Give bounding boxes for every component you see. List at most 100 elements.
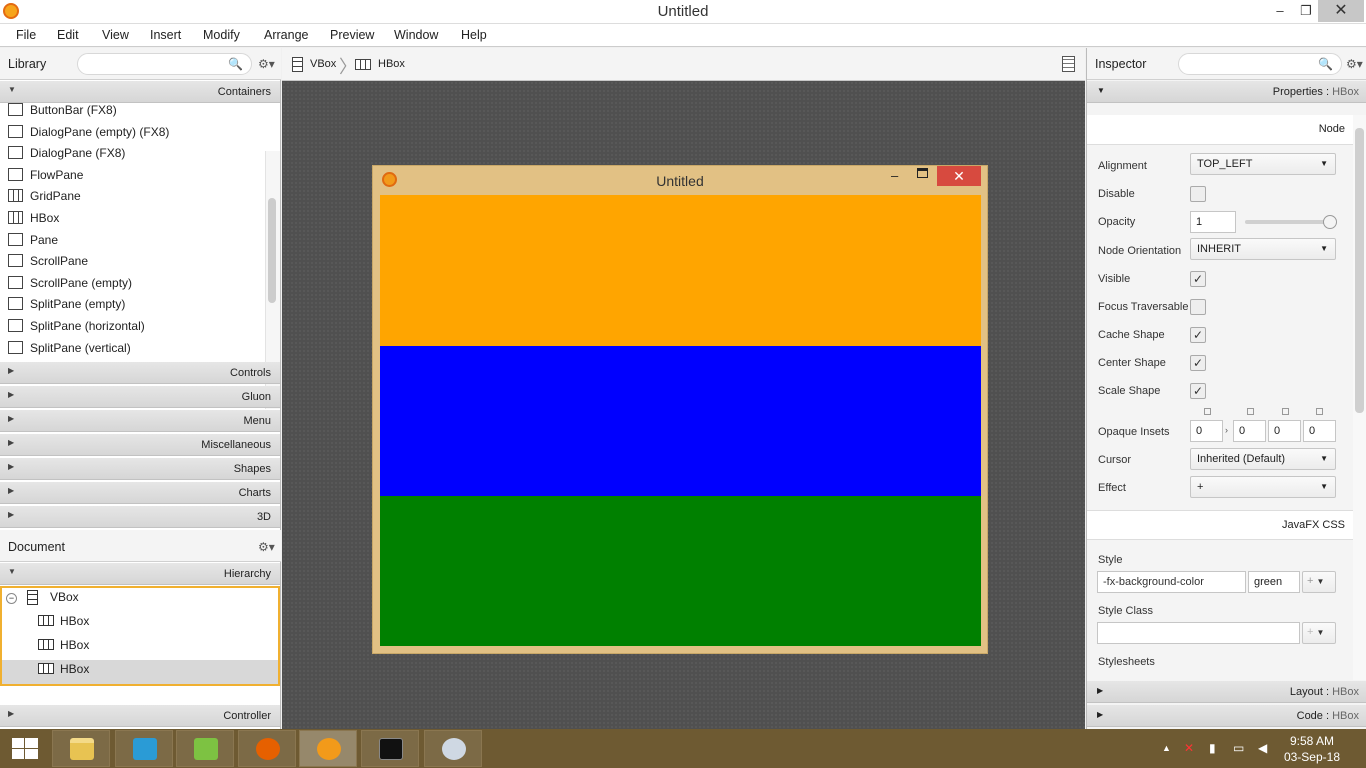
alignment-label: Alignment <box>1098 160 1147 172</box>
focus-traversable-checkbox[interactable] <box>1190 299 1206 315</box>
list-item[interactable]: SplitPane (vertical) <box>8 341 131 362</box>
minimize-button[interactable]: – <box>891 168 898 183</box>
opacity-slider[interactable] <box>1245 220 1329 224</box>
inspector-scrollbar-thumb[interactable] <box>1355 128 1364 413</box>
list-item[interactable]: ScrollPane (empty) <box>8 276 132 297</box>
menu-edit[interactable]: Edit <box>57 28 79 42</box>
section-properties[interactable]: ▼ Properties : HBox <box>1087 81 1366 103</box>
section-gluon[interactable]: ▶ Gluon <box>0 386 280 408</box>
gear-icon[interactable]: ⚙▾ <box>258 57 275 71</box>
firefox-icon[interactable] <box>238 730 296 767</box>
section-controller[interactable]: ▶ Controller <box>0 705 280 727</box>
section-miscellaneous[interactable]: ▶ Miscellaneous <box>0 434 280 456</box>
style-add-button[interactable]: + ▼ <box>1302 571 1336 593</box>
tree-item-vbox[interactable]: − VBox <box>6 590 282 614</box>
link-icon[interactable]: › <box>1225 425 1228 435</box>
windows-start-icon[interactable] <box>12 738 38 760</box>
section-menu[interactable]: ▶ Menu <box>0 410 280 432</box>
tree-item-hbox[interactable]: HBox <box>38 614 274 638</box>
section-code[interactable]: ▶ Code : HBox <box>1087 705 1366 727</box>
list-item[interactable]: ButtonBar (FX8) <box>8 103 117 124</box>
list-item[interactable]: SplitPane (empty) <box>8 297 125 318</box>
style-class-add-button[interactable]: + ▼ <box>1302 622 1336 644</box>
inset-top-input[interactable]: 0 <box>1190 420 1223 442</box>
library-search-input[interactable]: 🔍 <box>77 53 252 75</box>
tree-item-hbox[interactable]: HBox <box>38 638 274 662</box>
library-scrollbar-thumb[interactable] <box>268 198 276 303</box>
gear-icon[interactable]: ⚙▾ <box>258 540 275 554</box>
section-charts[interactable]: ▶ Charts <box>0 482 280 504</box>
opacity-slider-thumb[interactable] <box>1323 215 1337 229</box>
section-shapes[interactable]: ▶ Shapes <box>0 458 280 480</box>
network-warning-icon[interactable]: ✕ <box>1184 741 1194 755</box>
opacity-input[interactable]: 1 <box>1190 211 1236 233</box>
gear-icon[interactable]: ⚙▾ <box>1346 57 1363 71</box>
disable-checkbox[interactable] <box>1190 186 1206 202</box>
section-controls[interactable]: ▶ Controls <box>0 362 280 384</box>
list-item[interactable]: FlowPane <box>8 168 83 189</box>
orientation-select[interactable]: INHERIT ▼ <box>1190 238 1336 260</box>
chevron-right-icon: ▶ <box>8 438 15 447</box>
inset-right-input[interactable]: 0 <box>1233 420 1266 442</box>
list-item[interactable]: GridPane <box>8 189 81 210</box>
hbox-green[interactable] <box>380 496 981 646</box>
scene-builder-icon[interactable] <box>299 730 357 767</box>
document-icon[interactable] <box>1062 56 1075 72</box>
menu-window[interactable]: Window <box>394 28 438 42</box>
menu-arrange[interactable]: Arrange <box>264 28 308 42</box>
list-item[interactable]: HBox <box>8 211 59 232</box>
vbox-icon <box>292 57 303 72</box>
list-item[interactable]: SplitPane (horizontal) <box>8 319 145 340</box>
list-item[interactable]: Pane <box>8 233 58 254</box>
list-item[interactable]: ScrollPane <box>8 254 88 275</box>
paint-icon[interactable] <box>424 730 482 767</box>
inset-bottom-input[interactable]: 0 <box>1268 420 1301 442</box>
section-3d[interactable]: ▶ 3D <box>0 506 280 528</box>
breadcrumb-vbox[interactable]: VBox <box>310 58 336 70</box>
list-item[interactable]: DialogPane (empty) (FX8) <box>8 125 169 146</box>
file-explorer-icon[interactable] <box>52 730 110 767</box>
close-button[interactable]: ✕ <box>937 166 981 186</box>
volume-icon[interactable]: ◀ <box>1258 741 1267 755</box>
close-button[interactable]: ✕ <box>1318 0 1364 22</box>
editor-app-icon[interactable] <box>176 730 234 767</box>
menu-preview[interactable]: Preview <box>330 28 374 42</box>
tree-item-hbox-selected[interactable]: HBox <box>2 660 278 684</box>
style-property-input[interactable]: -fx-background-color <box>1097 571 1246 593</box>
menu-help[interactable]: Help <box>461 28 487 42</box>
visible-checkbox[interactable]: ✓ <box>1190 271 1206 287</box>
breadcrumb-hbox[interactable]: HBox <box>378 58 405 70</box>
effect-select[interactable]: + ▼ <box>1190 476 1336 498</box>
section-containers[interactable]: ▼ Containers <box>0 81 280 103</box>
terminal-icon[interactable] <box>361 730 419 767</box>
style-value-input[interactable]: green <box>1248 571 1300 593</box>
inset-left-input[interactable]: 0 <box>1303 420 1336 442</box>
preview-stage[interactable]: Untitled – ✕ <box>372 165 988 654</box>
alignment-select[interactable]: TOP_LEFT ▼ <box>1190 153 1336 175</box>
collapse-icon[interactable]: − <box>6 593 17 604</box>
center-shape-checkbox[interactable]: ✓ <box>1190 355 1206 371</box>
inspector-search-input[interactable]: 🔍 <box>1178 53 1342 75</box>
remote-app-icon[interactable] <box>115 730 173 767</box>
hbox-blue[interactable] <box>380 346 981 496</box>
menu-file[interactable]: File <box>16 28 36 42</box>
clock[interactable]: 9:58 AM 03-Sep-18 <box>1284 733 1340 765</box>
hbox-orange[interactable] <box>380 195 981 346</box>
chevron-right-icon: ▶ <box>8 709 15 718</box>
tray-expand-icon[interactable]: ▲ <box>1162 743 1171 753</box>
maximize-button[interactable] <box>917 168 928 178</box>
menu-insert[interactable]: Insert <box>150 28 181 42</box>
section-layout[interactable]: ▶ Layout : HBox <box>1087 681 1366 703</box>
scale-shape-checkbox[interactable]: ✓ <box>1190 383 1206 399</box>
list-item[interactable]: DialogPane (FX8) <box>8 146 125 167</box>
battery-icon[interactable]: ▮ <box>1209 741 1216 755</box>
cursor-label: Cursor <box>1098 454 1132 466</box>
section-hierarchy[interactable]: ▼ Hierarchy <box>0 563 280 585</box>
cursor-select[interactable]: Inherited (Default) ▼ <box>1190 448 1336 470</box>
menu-modify[interactable]: Modify <box>203 28 240 42</box>
menu-view[interactable]: View <box>102 28 129 42</box>
cache-shape-checkbox[interactable]: ✓ <box>1190 327 1206 343</box>
display-icon[interactable]: ▭ <box>1233 741 1244 755</box>
scale-label: Scale Shape <box>1098 385 1161 397</box>
style-class-input[interactable] <box>1097 622 1300 644</box>
